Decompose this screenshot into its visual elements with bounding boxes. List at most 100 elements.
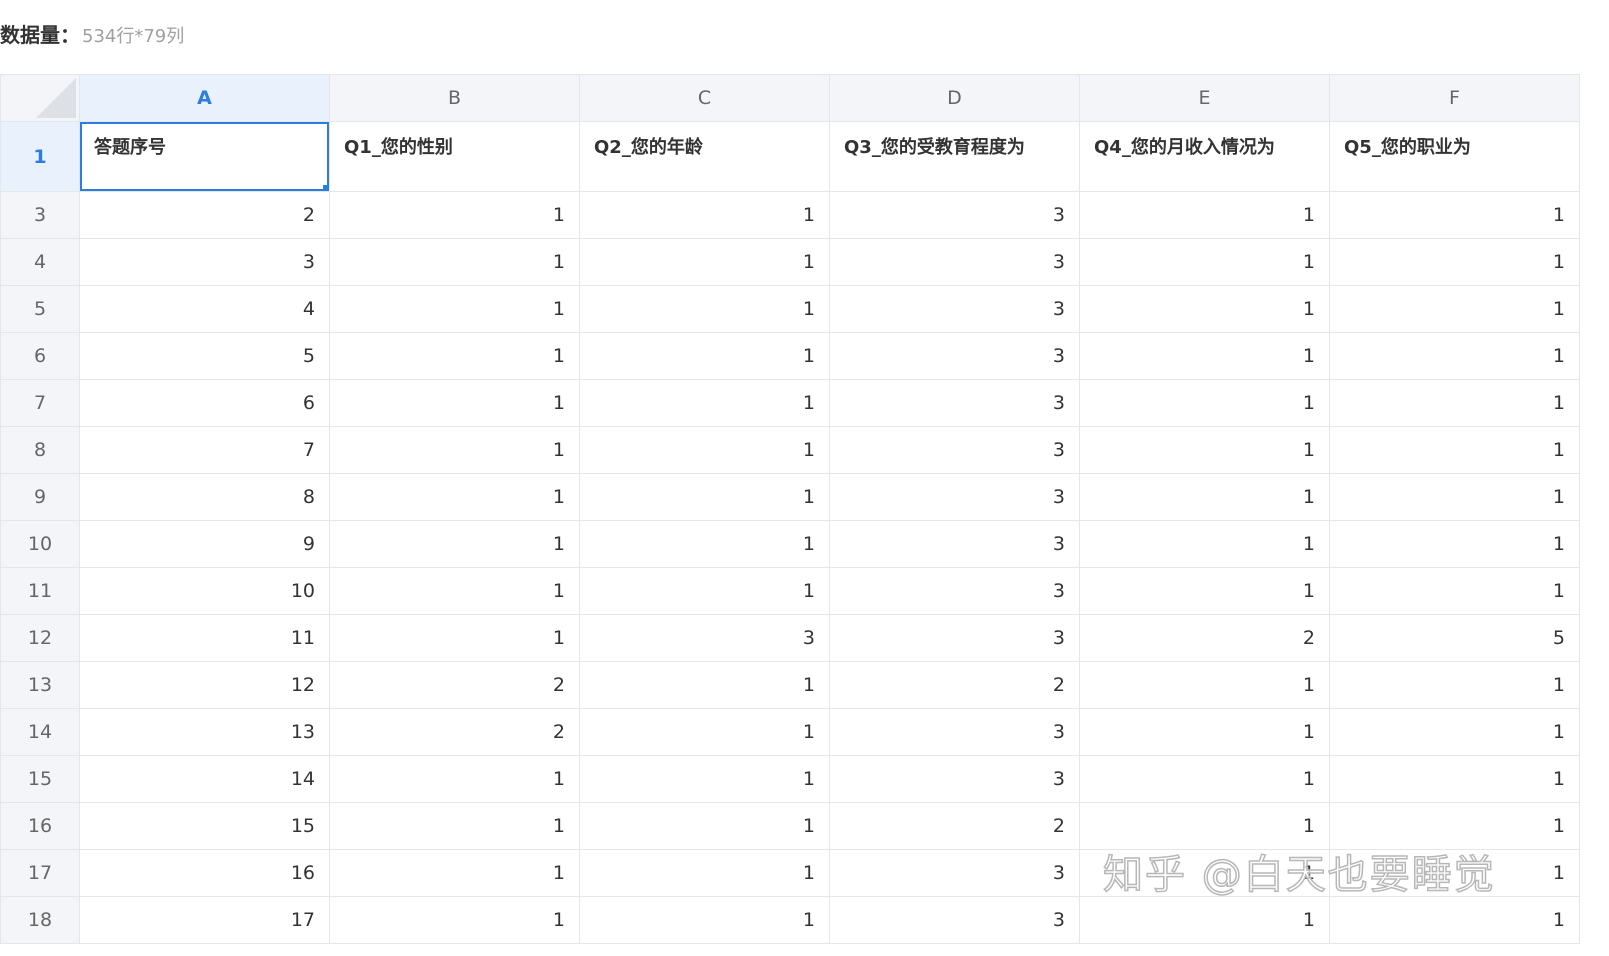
data-cell[interactable]: 1 [579, 755, 830, 803]
row-header[interactable]: 9 [0, 473, 80, 521]
header-cell[interactable]: Q1_您的性别 [329, 121, 580, 192]
data-cell[interactable]: 1 [1329, 896, 1580, 944]
data-cell[interactable]: 7 [79, 426, 330, 474]
row-header[interactable]: 11 [0, 567, 80, 615]
data-cell[interactable]: 1 [1329, 332, 1580, 380]
data-cell[interactable]: 3 [829, 896, 1080, 944]
data-cell[interactable]: 1 [1079, 473, 1330, 521]
data-cell[interactable]: 5 [1329, 614, 1580, 662]
data-cell[interactable]: 1 [1329, 661, 1580, 709]
data-cell[interactable]: 3 [829, 285, 1080, 333]
data-cell[interactable]: 1 [579, 379, 830, 427]
data-cell[interactable]: 3 [829, 708, 1080, 756]
data-cell[interactable]: 1 [579, 567, 830, 615]
data-cell[interactable]: 1 [329, 849, 580, 897]
data-cell[interactable]: 1 [579, 708, 830, 756]
data-cell[interactable]: 3 [829, 849, 1080, 897]
data-cell[interactable]: 1 [1079, 520, 1330, 568]
row-header[interactable]: 15 [0, 755, 80, 803]
row-header[interactable]: 3 [0, 191, 80, 239]
data-cell[interactable]: 3 [829, 755, 1080, 803]
data-cell[interactable]: 1 [1079, 379, 1330, 427]
data-cell[interactable]: 4 [79, 285, 330, 333]
row-header[interactable]: 1 [0, 121, 80, 192]
data-cell[interactable]: 1 [329, 473, 580, 521]
header-cell[interactable]: Q5_您的职业为 [1329, 121, 1580, 192]
data-cell[interactable]: 1 [1329, 238, 1580, 286]
data-cell[interactable]: 1 [579, 332, 830, 380]
data-cell[interactable]: 1 [1079, 332, 1330, 380]
fill-handle[interactable] [323, 185, 329, 191]
data-cell[interactable]: 1 [1079, 285, 1330, 333]
row-header[interactable]: 6 [0, 332, 80, 380]
data-cell[interactable]: 3 [829, 379, 1080, 427]
column-header-e[interactable]: E [1079, 74, 1330, 122]
header-cell[interactable]: Q2_您的年龄 [579, 121, 830, 192]
data-cell[interactable]: 10 [79, 567, 330, 615]
data-cell[interactable]: 3 [829, 426, 1080, 474]
column-header-f[interactable]: F [1329, 74, 1580, 122]
data-cell[interactable]: 3 [829, 614, 1080, 662]
data-cell[interactable]: 1 [1329, 379, 1580, 427]
data-cell[interactable]: 2 [329, 661, 580, 709]
data-cell[interactable]: 3 [829, 567, 1080, 615]
data-cell[interactable]: 1 [579, 426, 830, 474]
data-cell[interactable]: 1 [329, 896, 580, 944]
data-cell[interactable]: 1 [1329, 567, 1580, 615]
data-cell[interactable]: 1 [579, 191, 830, 239]
data-cell[interactable]: 3 [829, 520, 1080, 568]
data-cell[interactable]: 1 [1329, 708, 1580, 756]
data-cell[interactable]: 3 [829, 238, 1080, 286]
data-cell[interactable]: 3 [829, 191, 1080, 239]
data-cell[interactable]: 1 [1079, 896, 1330, 944]
data-cell[interactable]: 2 [1079, 614, 1330, 662]
data-cell[interactable]: 1 [1079, 755, 1330, 803]
data-cell[interactable]: 1 [579, 896, 830, 944]
data-cell[interactable]: 1 [329, 379, 580, 427]
row-header[interactable]: 4 [0, 238, 80, 286]
data-cell[interactable]: 1 [579, 802, 830, 850]
data-cell[interactable]: 8 [79, 473, 330, 521]
row-header[interactable]: 17 [0, 849, 80, 897]
data-cell[interactable]: 3 [829, 473, 1080, 521]
column-header-a[interactable]: A [79, 74, 330, 122]
data-cell[interactable]: 3 [829, 332, 1080, 380]
data-cell[interactable]: 9 [79, 520, 330, 568]
data-cell[interactable]: 1 [1079, 708, 1330, 756]
row-header[interactable]: 16 [0, 802, 80, 850]
column-header-c[interactable]: C [579, 74, 830, 122]
header-cell[interactable]: Q4_您的月收入情况为 [1079, 121, 1330, 192]
data-cell[interactable]: 5 [79, 332, 330, 380]
data-cell[interactable]: 11 [79, 614, 330, 662]
data-cell[interactable]: 1 [329, 191, 580, 239]
data-cell[interactable]: 1 [329, 567, 580, 615]
data-cell[interactable]: 1 [329, 238, 580, 286]
data-cell[interactable]: 1 [1079, 661, 1330, 709]
select-all-corner[interactable] [0, 74, 80, 122]
data-cell[interactable]: 2 [329, 708, 580, 756]
row-header[interactable]: 18 [0, 896, 80, 944]
data-cell[interactable]: 1 [579, 238, 830, 286]
data-cell[interactable]: 3 [579, 614, 830, 662]
selected-cell[interactable]: 答题序号 [79, 121, 330, 192]
data-cell[interactable]: 1 [579, 520, 830, 568]
data-cell[interactable]: 14 [79, 755, 330, 803]
data-cell[interactable]: 1 [1329, 426, 1580, 474]
data-cell[interactable]: 1 [329, 614, 580, 662]
data-cell[interactable]: 1 [1079, 191, 1330, 239]
data-cell[interactable]: 1 [1329, 520, 1580, 568]
data-cell[interactable]: 3 [79, 238, 330, 286]
data-cell[interactable]: 1 [1079, 238, 1330, 286]
row-header[interactable]: 5 [0, 285, 80, 333]
column-header-b[interactable]: B [329, 74, 580, 122]
data-cell[interactable]: 1 [1329, 191, 1580, 239]
data-cell[interactable]: 1 [1329, 755, 1580, 803]
data-cell[interactable]: 17 [79, 896, 330, 944]
data-cell[interactable]: 1 [1329, 285, 1580, 333]
data-cell[interactable]: 1 [329, 426, 580, 474]
data-cell[interactable]: 1 [329, 755, 580, 803]
data-cell[interactable]: 1 [579, 473, 830, 521]
column-header-d[interactable]: D [829, 74, 1080, 122]
data-cell[interactable]: 1 [1079, 567, 1330, 615]
data-cell[interactable]: 13 [79, 708, 330, 756]
